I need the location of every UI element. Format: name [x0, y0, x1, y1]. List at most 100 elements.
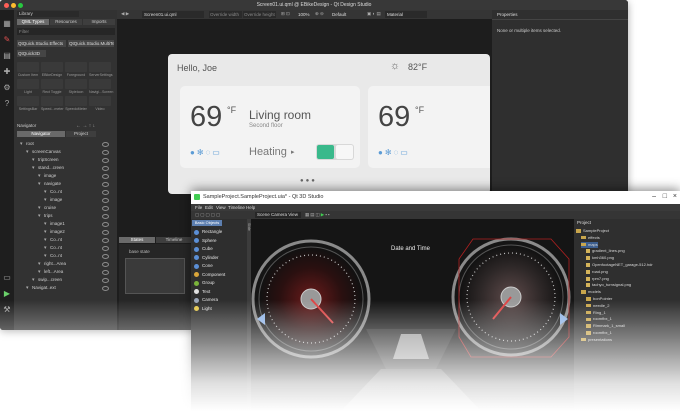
- library-filter-input[interactable]: Filter: [17, 28, 115, 35]
- override-height-input[interactable]: Override height: [243, 11, 276, 18]
- component-cell[interactable]: [17, 62, 39, 72]
- project-file[interactable]: road.png: [586, 269, 608, 276]
- expand-arrow-icon[interactable]: ▾: [44, 197, 47, 203]
- project-folder[interactable]: Ring_1: [586, 310, 606, 317]
- basic-object-component[interactable]: Component: [191, 271, 247, 279]
- visibility-eye-icon[interactable]: [102, 277, 109, 283]
- basic-object-text[interactable]: Text: [191, 288, 247, 296]
- expand-arrow-icon[interactable]: ▾: [44, 237, 47, 243]
- project-folder[interactable]: Rimmark_1_small: [586, 323, 625, 330]
- tab-resources[interactable]: Resources: [50, 19, 82, 25]
- project-file[interactable]: kmh360.png: [586, 255, 614, 262]
- basic-object-group[interactable]: Group: [191, 279, 247, 287]
- expand-arrow-icon[interactable]: ▾: [26, 149, 29, 155]
- room-card-second[interactable]: 69 °F ●✻◌▭: [368, 86, 490, 168]
- app-preview[interactable]: Hello, Joe ☼ 82°F 69 °F Living room Seco…: [168, 54, 490, 194]
- visibility-eye-icon[interactable]: [102, 245, 109, 251]
- component-cell[interactable]: [17, 79, 39, 89]
- toolbar-icons-left[interactable]: ▢▢▢▢▢: [195, 212, 221, 218]
- component-cell[interactable]: [89, 96, 111, 106]
- debug-mode-icon[interactable]: ⚙: [3, 84, 11, 92]
- project-folder[interactable]: roomfbx_1: [586, 330, 612, 337]
- navigator-item[interactable]: ▾ stand...creen: [14, 164, 117, 172]
- arrow-right-icon[interactable]: →: [82, 123, 87, 129]
- project-folder[interactable]: roomfbx_1: [586, 316, 612, 323]
- project-folder[interactable]: maps: [581, 241, 598, 249]
- navigator-item[interactable]: ▾ Co..nt: [14, 188, 117, 196]
- component-cell[interactable]: [65, 79, 87, 89]
- visibility-eye-icon[interactable]: [102, 269, 109, 275]
- navigator-item[interactable]: ▾ screenCanvas: [14, 148, 117, 156]
- component-cell[interactable]: [17, 96, 39, 106]
- tab-navigator[interactable]: Navigator: [17, 131, 65, 137]
- menu-timeline[interactable]: Timeline: [228, 205, 245, 211]
- visibility-eye-icon[interactable]: [102, 149, 109, 155]
- expand-arrow-icon[interactable]: ▾: [44, 253, 47, 259]
- tab-timeline[interactable]: Timeline: [156, 237, 192, 243]
- zoom-level[interactable]: 100%: [298, 12, 310, 18]
- project-file[interactable]: OpenfootageNET_garage-512.hdr: [586, 262, 653, 269]
- expand-arrow-icon[interactable]: ▾: [38, 181, 41, 187]
- arrow-up-icon[interactable]: ↑: [89, 123, 92, 129]
- scene-view[interactable]: Date and Time: [251, 219, 574, 411]
- navigator-item[interactable]: ▾ image2: [14, 228, 117, 236]
- room-card[interactable]: 69 °F Living room Second floor ●✻◌▭ Heat…: [180, 86, 360, 168]
- navigator-item[interactable]: ▾ image: [14, 172, 117, 180]
- navigator-item[interactable]: ▾ root: [14, 140, 117, 148]
- expand-arrow-icon[interactable]: ▾: [38, 173, 41, 179]
- visibility-eye-icon[interactable]: [102, 165, 109, 171]
- component-cell[interactable]: [65, 96, 87, 106]
- basic-object-camera[interactable]: Camera: [191, 296, 247, 304]
- visibility-eye-icon[interactable]: [102, 213, 109, 219]
- visibility-eye-icon[interactable]: [102, 229, 109, 235]
- basic-object-cone[interactable]: Cone: [191, 262, 247, 270]
- component-cell[interactable]: [89, 79, 111, 89]
- visibility-eye-icon[interactable]: [102, 141, 109, 147]
- state-dropdown[interactable]: Default: [332, 12, 362, 18]
- visibility-eye-icon[interactable]: [102, 285, 109, 291]
- visibility-eye-icon[interactable]: [102, 261, 109, 267]
- project-folder[interactable]: presentations: [581, 337, 612, 344]
- expand-arrow-icon[interactable]: ▾: [38, 269, 41, 275]
- visibility-eye-icon[interactable]: [102, 205, 109, 211]
- expand-arrow-icon[interactable]: ▾: [44, 221, 47, 227]
- base-state-thumbnail[interactable]: [125, 258, 185, 294]
- override-width-input[interactable]: Override width: [209, 11, 242, 18]
- component-cell[interactable]: [41, 79, 63, 89]
- project-file[interactable]: tachyo_turnsignal.png: [586, 282, 631, 289]
- navigator-dropdown[interactable]: Navigator: [17, 123, 67, 129]
- navigator-item[interactable]: ▾ Navigat..ext: [14, 284, 117, 292]
- navigator-item[interactable]: ▾ navigate: [14, 180, 117, 188]
- expand-arrow-icon[interactable]: ▾: [38, 205, 41, 211]
- camera-select[interactable]: Scene Camera View: [255, 212, 301, 218]
- maximize-icon[interactable]: □: [663, 193, 667, 200]
- project-file[interactable]: gradient_lines.png: [586, 248, 625, 255]
- menu-edit[interactable]: Edit: [205, 205, 213, 211]
- expand-arrow-icon[interactable]: ▾: [44, 189, 47, 195]
- navigator-item[interactable]: ▾ tripScreen: [14, 156, 117, 164]
- expand-arrow-icon[interactable]: ▾: [38, 261, 41, 267]
- visibility-eye-icon[interactable]: [102, 237, 109, 243]
- minimize-icon[interactable]: –: [652, 193, 656, 200]
- run-icon[interactable]: ▶: [3, 290, 11, 298]
- basic-object-sphere[interactable]: Sphere: [191, 237, 247, 245]
- project-folder[interactable]: bonPointer: [586, 296, 612, 303]
- project-folder[interactable]: SampleProject: [576, 228, 609, 235]
- project-folder[interactable]: needle_2: [586, 303, 609, 310]
- visibility-eye-icon[interactable]: [102, 181, 109, 187]
- basic-object-light[interactable]: Light: [191, 305, 247, 313]
- align-icons[interactable]: ⊞ ⊡: [281, 11, 290, 17]
- component-cell[interactable]: [41, 96, 63, 106]
- project-folder[interactable]: effects: [581, 235, 600, 242]
- visibility-eye-icon[interactable]: [102, 173, 109, 179]
- tab-project[interactable]: Project: [66, 131, 96, 137]
- expand-arrow-icon[interactable]: ▾: [20, 141, 23, 147]
- close-icon[interactable]: ×: [673, 193, 677, 200]
- expand-arrow-icon[interactable]: ▾: [32, 165, 35, 171]
- expand-arrow-icon[interactable]: ▾: [32, 277, 35, 283]
- tab-qml-types[interactable]: QML Types: [17, 19, 49, 25]
- component-cell[interactable]: [65, 62, 87, 72]
- zoom-icons[interactable]: ⊕ ⊖: [315, 11, 324, 17]
- component-cell[interactable]: [41, 62, 63, 72]
- welcome-mode-icon[interactable]: ▦: [3, 20, 11, 28]
